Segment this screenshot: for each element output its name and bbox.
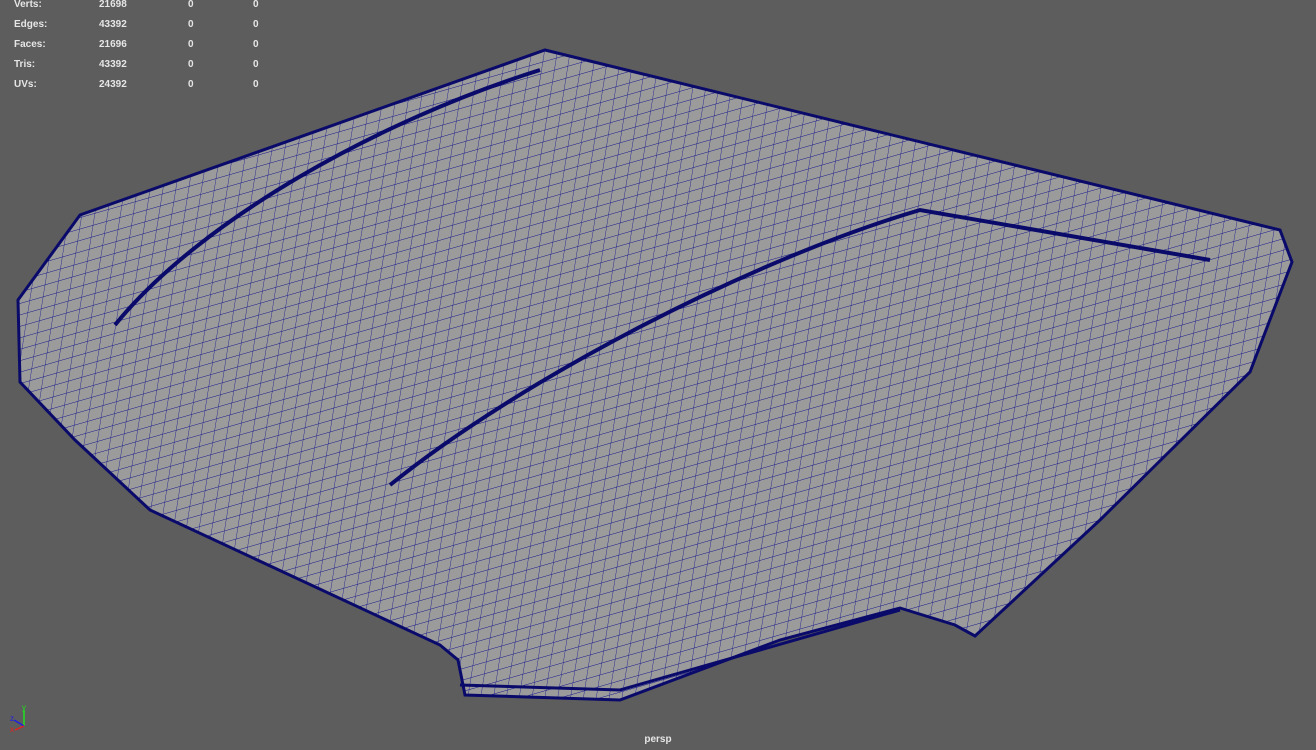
- hood-mesh[interactable]: [0, 0, 1316, 750]
- hud-value: 0: [188, 0, 194, 10]
- hud-label: Edges:: [14, 19, 48, 30]
- hud-label: Verts:: [14, 0, 42, 10]
- hud-value: 0: [253, 19, 259, 30]
- hud-value: 0: [188, 19, 194, 30]
- hud-value: 0: [188, 59, 194, 70]
- hud-value: 21696: [99, 39, 127, 50]
- hud-value: 21698: [99, 0, 127, 10]
- hud-value: 43392: [99, 59, 127, 70]
- hud-row-faces: Faces: 21696 0 0: [0, 39, 280, 65]
- hud-row-tris: Tris: 43392 0 0: [0, 59, 280, 85]
- hud-value: 43392: [99, 19, 127, 30]
- hud-value: 0: [253, 59, 259, 70]
- hud-value: 0: [188, 39, 194, 50]
- perspective-viewport[interactable]: [0, 0, 1316, 750]
- hud-row-uvs: UVs: 24392 0 0: [0, 79, 280, 105]
- hud-value: 0: [253, 0, 259, 10]
- hud-value: 0: [253, 39, 259, 50]
- hud-value: 0: [188, 79, 194, 90]
- axis-x-label: x: [10, 725, 14, 734]
- camera-name-label: persp: [644, 734, 672, 745]
- hud-label: UVs:: [14, 79, 37, 90]
- hud-value: 24392: [99, 79, 127, 90]
- hud-label: Faces:: [14, 39, 46, 50]
- hud-label: Tris:: [14, 59, 36, 70]
- axis-y-label: y: [22, 704, 26, 712]
- axis-gizmo-icon: y z x: [10, 704, 26, 734]
- axis-z-label: z: [10, 714, 14, 723]
- hud-value: 0: [253, 79, 259, 90]
